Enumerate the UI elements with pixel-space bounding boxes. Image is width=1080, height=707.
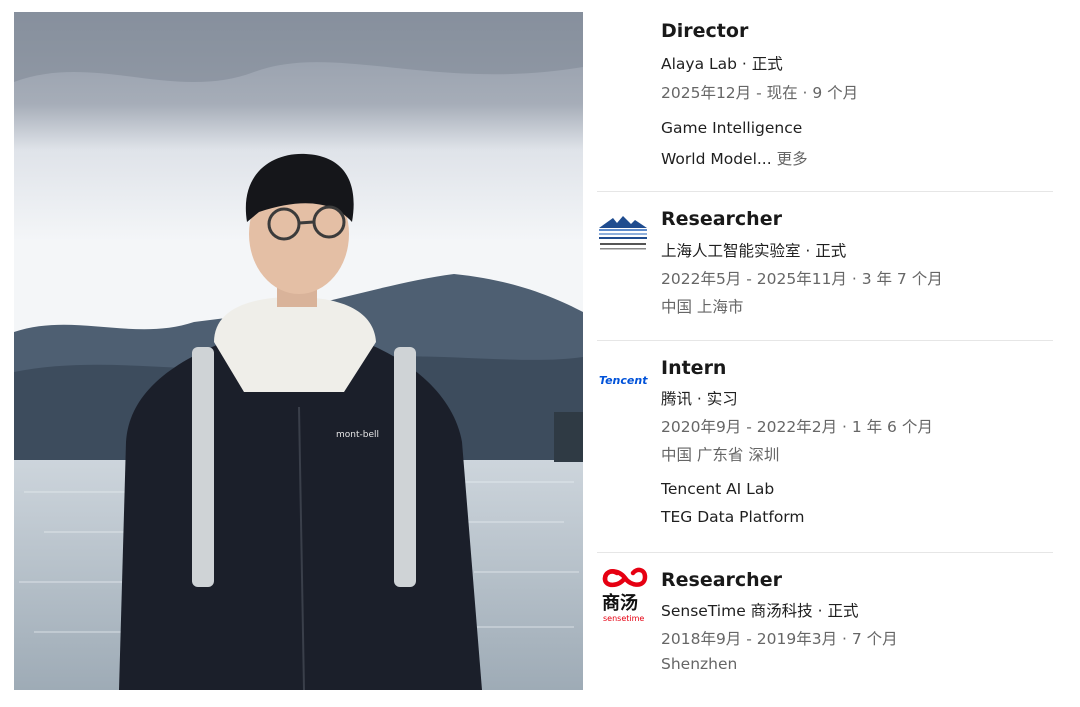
tencent-logo: Tencent: [597, 369, 653, 425]
experience-entry-tencent[interactable]: Tencent Intern 腾讯 · 实习 2020年9月 - 2022年2月…: [597, 341, 1053, 552]
tencent-logo-text: Tencent: [599, 374, 648, 387]
sensetime-logo-cn: 商汤: [602, 592, 638, 614]
experience-description-text: World Model...: [661, 150, 772, 168]
experience-location: Shenzhen: [661, 655, 738, 673]
experience-title: Researcher: [661, 569, 782, 591]
experience-list: Director Alaya Lab · 正式 2025年12月 - 现在 · …: [597, 0, 1053, 707]
sensetime-logo: 商汤 sensetime: [597, 565, 653, 623]
experience-company: 腾讯 · 实习: [661, 390, 738, 408]
profile-photo: mont-bell: [14, 12, 583, 690]
experience-location: 中国 广东省 深圳: [661, 446, 780, 464]
experience-dates: 2025年12月 - 现在 · 9 个月: [661, 84, 859, 102]
sensetime-logo-en: sensetime: [603, 614, 644, 623]
experience-title: Director: [661, 20, 749, 42]
experience-location: 中国 上海市: [661, 298, 744, 316]
experience-description-line: Game Intelligence: [661, 119, 803, 137]
experience-company: 上海人工智能实验室 · 正式: [661, 242, 847, 260]
experience-company: Alaya Lab · 正式: [661, 55, 783, 73]
experience-description-line: TEG Data Platform: [661, 508, 805, 526]
shanghai-ai-lab-logo: [597, 214, 653, 270]
experience-title: Researcher: [661, 208, 782, 230]
experience-description-line: Tencent AI Lab: [661, 480, 775, 498]
experience-dates: 2018年9月 - 2019年3月 · 7 个月: [661, 630, 898, 648]
experience-title: Intern: [661, 357, 727, 379]
experience-description-line: World Model... 更多: [661, 147, 808, 169]
show-more-link[interactable]: 更多: [777, 150, 808, 168]
experience-entry-sensetime[interactable]: 商汤 sensetime Researcher SenseTime 商汤科技 ·…: [597, 553, 1053, 693]
experience-dates: 2020年9月 - 2022年2月 · 1 年 6 个月: [661, 418, 933, 436]
experience-company: SenseTime 商汤科技 · 正式: [661, 602, 859, 620]
experience-entry-shanghai-ai-lab[interactable]: Researcher 上海人工智能实验室 · 正式 2022年5月 - 2025…: [597, 192, 1053, 340]
experience-dates: 2022年5月 - 2025年11月 · 3 年 7 个月: [661, 270, 943, 288]
experience-entry-director[interactable]: Director Alaya Lab · 正式 2025年12月 - 现在 · …: [597, 0, 1053, 190]
jacket-logo: mont-bell: [336, 430, 379, 440]
